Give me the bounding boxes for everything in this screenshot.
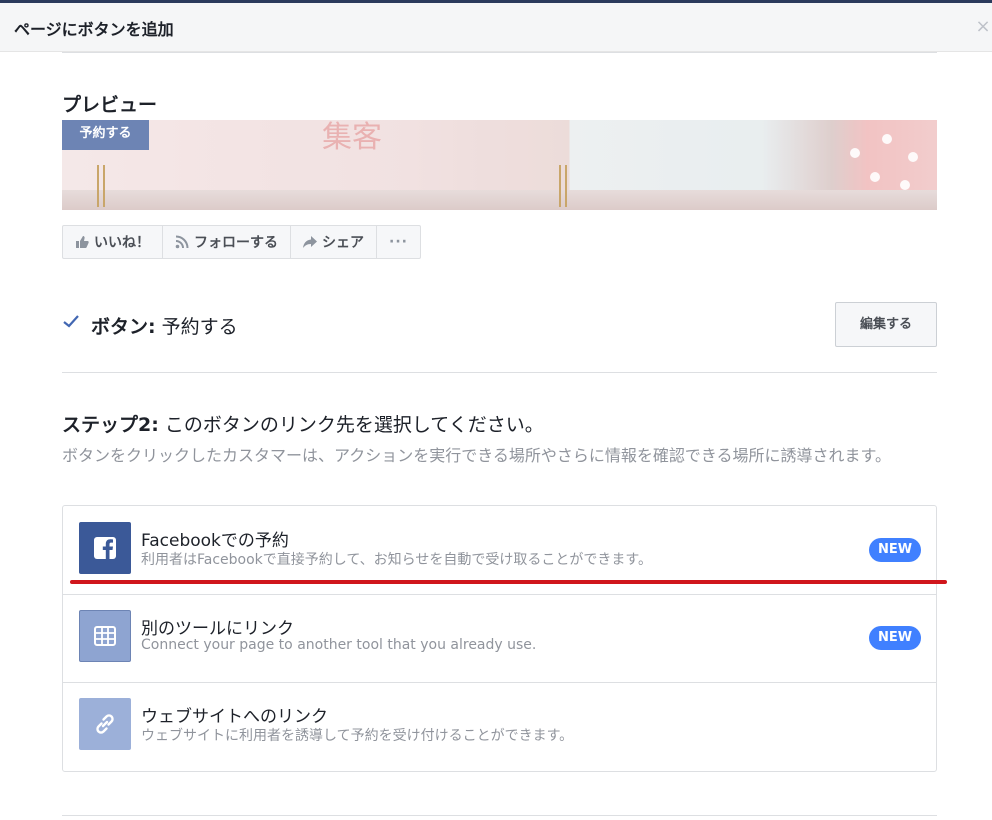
more-button[interactable]: ···: [377, 226, 420, 258]
button-value: 予約する: [161, 316, 238, 338]
link-options-list: Facebookでの予約 利用者はFacebookで直接予約して、お知らせを自動…: [62, 505, 937, 772]
like-button[interactable]: いいね！: [63, 226, 163, 258]
dialog-header: ページにボタンを追加 ×: [0, 3, 992, 52]
step2-description: ボタンをクリックしたカスタマーは、アクションを実行できる場所やさらに情報を確認で…: [62, 446, 891, 465]
preview-book-button: 予約する: [62, 120, 149, 150]
close-icon[interactable]: ×: [974, 17, 992, 37]
new-badge: NEW: [869, 538, 921, 562]
share-arrow-icon: [303, 236, 317, 248]
follow-label: フォローする: [194, 235, 278, 251]
cover-photo: 集客 予約する: [62, 120, 937, 210]
ornament: [559, 165, 567, 207]
check-icon: [63, 315, 79, 328]
divider: [62, 52, 937, 53]
option-title: 別のツールにリンク: [141, 619, 294, 639]
step2-label: ステップ2:: [62, 414, 159, 436]
share-button[interactable]: シェア: [291, 226, 377, 258]
edit-button[interactable]: 編集する: [835, 302, 937, 347]
dialog-title: ページにボタンを追加: [14, 20, 174, 39]
like-label: いいね！: [94, 235, 150, 251]
ornament: [97, 165, 105, 207]
option-subtitle: Connect your page to another tool that y…: [141, 637, 537, 653]
button-summary: ボタン: 予約する: [91, 312, 238, 339]
divider: [62, 815, 937, 816]
share-label: シェア: [322, 235, 364, 251]
new-badge: NEW: [869, 626, 921, 650]
option-subtitle: ウェブサイトに利用者を誘導して予約を受け付けることができます。: [141, 728, 574, 744]
rss-icon: [175, 235, 189, 249]
option-title: Facebookでの予約: [141, 531, 289, 551]
annotation-underline: [70, 580, 947, 584]
option-website-link[interactable]: ウェブサイトへのリンク ウェブサイトに利用者を誘導して予約を受け付けることができ…: [63, 682, 936, 770]
thumbs-up-icon: [76, 236, 89, 248]
step2-heading: ステップ2: このボタンのリンク先を選択してください。: [62, 410, 544, 437]
facebook-icon: [79, 522, 131, 574]
link-icon: [79, 698, 131, 750]
follow-button[interactable]: フォローする: [163, 226, 291, 258]
button-label: ボタン:: [91, 316, 156, 338]
option-title: ウェブサイトへのリンク: [141, 707, 328, 727]
table-icon: [79, 610, 131, 662]
divider: [62, 372, 937, 373]
more-icon: ···: [389, 234, 408, 250]
option-subtitle: 利用者はFacebookで直接予約して、お知らせを自動で受け取ることができます。: [141, 552, 652, 568]
step2-text: このボタンのリンク先を選択してください。: [164, 414, 544, 436]
cover-text: 集客: [322, 120, 382, 155]
preview-heading: プレビュー: [62, 94, 158, 116]
page-actions-bar: いいね！ フォローする シェア ···: [62, 225, 421, 259]
option-external-tool[interactable]: 別のツールにリンク Connect your page to another t…: [63, 594, 936, 683]
